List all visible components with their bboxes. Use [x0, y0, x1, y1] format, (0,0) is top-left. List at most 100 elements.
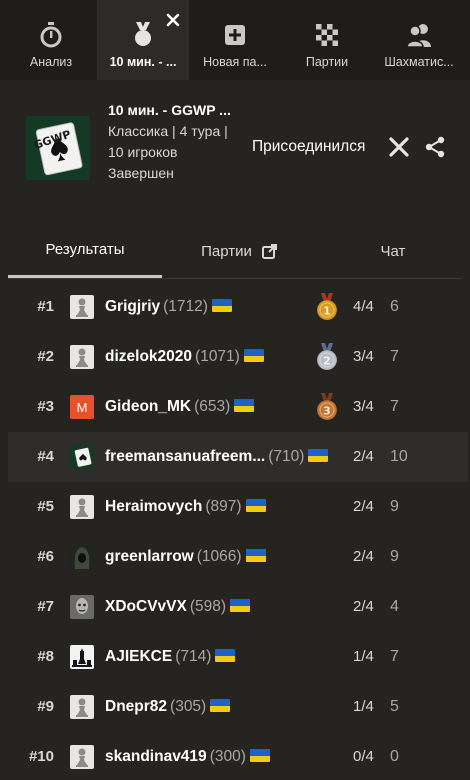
rank: #10 [28, 748, 54, 765]
rank: #4 [37, 448, 54, 465]
table-row[interactable]: #6 greenlarrow (1066) 2/4 9 [8, 532, 468, 582]
top-tab-bar: Анализ 10 мин. - ... Новая па... Партии … [0, 0, 470, 80]
username[interactable]: greenlarrow [105, 548, 194, 565]
player-name-cell: greenlarrow (1066) [105, 532, 266, 582]
tiebreak-points: 9 [390, 548, 399, 565]
table-row[interactable]: #8 AJIEKCE (714) 1/4 7 [8, 632, 468, 682]
username[interactable]: Grigjriy [105, 298, 160, 315]
username[interactable]: XDoCVvVX [105, 598, 187, 615]
rank: #5 [37, 498, 54, 515]
score: 2/4 [353, 448, 374, 465]
rank: #2 [37, 348, 54, 365]
player-name-cell: skandinav419 (300) [105, 732, 270, 780]
rank: #9 [37, 698, 54, 715]
tab-tournament[interactable]: 10 мин. - ... [97, 0, 189, 80]
svg-text:1: 1 [323, 305, 331, 318]
player-name-cell: Grigjriy (1712) [105, 282, 232, 332]
rating: (1712) [163, 298, 208, 315]
table-row[interactable]: #10 skandinav419 (300) 0/4 0 [8, 732, 468, 780]
rank: #6 [37, 548, 54, 565]
rank: #3 [37, 398, 54, 415]
share-button[interactable] [424, 136, 446, 158]
ukraine-flag-icon [215, 649, 236, 662]
subtab-chat[interactable]: Чат [316, 224, 470, 278]
tab-new-game[interactable]: Новая па... [189, 0, 281, 80]
avatar-letter: M [76, 399, 88, 415]
table-row[interactable]: #7 XDoCVvVX (598) 2/4 4 [8, 582, 468, 632]
tiebreak-points: 9 [390, 498, 399, 515]
player-name-cell: Heraimovych (897) [105, 482, 266, 532]
tab-label: Новая па... [203, 55, 267, 69]
player-name-cell: Gideon_MK (653) [105, 382, 255, 432]
table-row[interactable]: #4 freemansanuafreem... (710) 2/4 10 [8, 432, 468, 482]
ukraine-flag-icon [245, 499, 266, 512]
tiebreak-points: 7 [390, 398, 399, 415]
tiebreak-points: 6 [390, 298, 399, 315]
external-link-icon [261, 243, 277, 259]
sub-tabs: Результаты Партии Чат [8, 224, 462, 280]
avatar [70, 495, 94, 519]
rating: (1071) [195, 348, 240, 365]
username[interactable]: Gideon_MK [105, 398, 191, 415]
rank: #1 [37, 298, 54, 315]
avatar [70, 545, 94, 569]
tab-analysis[interactable]: Анализ [5, 0, 97, 80]
table-row[interactable]: #9 Dnepr82 (305) 1/4 5 [8, 682, 468, 732]
tiebreak-points: 7 [390, 348, 399, 365]
joined-status: Присоединился [252, 138, 366, 155]
avatar [70, 695, 94, 719]
username[interactable]: freemansanuafreem... [105, 448, 265, 465]
rating: (305) [170, 698, 207, 715]
username[interactable]: skandinav419 [105, 748, 207, 765]
tab-games[interactable]: Партии [281, 0, 373, 80]
rating: (598) [189, 598, 227, 615]
avatar [70, 295, 94, 319]
tournament-title: 10 мин. - GGWP ... [108, 102, 231, 118]
plus-square-icon [224, 22, 246, 48]
gold-medal-icon: 1 [316, 293, 338, 321]
username[interactable]: Heraimovych [105, 498, 202, 515]
table-row[interactable]: #5 Heraimovych (897) 2/4 9 [8, 482, 468, 532]
tab-label: Партии [305, 55, 349, 69]
subtab-results[interactable]: Результаты [8, 224, 162, 278]
tab-label: 10 мин. - ... [109, 55, 177, 69]
svg-text:3: 3 [323, 405, 331, 418]
username[interactable]: dizelok2020 [105, 348, 192, 365]
rating: (653) [194, 398, 231, 415]
tournament-status: Завершен [108, 165, 174, 181]
rating: (710) [268, 448, 305, 465]
tab-label: Шахматис... [384, 55, 454, 69]
score: 2/4 [353, 548, 374, 565]
rating: (300) [209, 748, 246, 765]
close-tab-icon[interactable] [165, 12, 181, 28]
score: 3/4 [353, 348, 374, 365]
tab-players[interactable]: Шахматис... [373, 0, 465, 80]
username[interactable]: Dnepr82 [105, 698, 167, 715]
table-row[interactable]: #1 Grigjriy (1712) 1 4/4 6 [8, 282, 468, 332]
subtab-games[interactable]: Партии [162, 224, 316, 278]
stopwatch-icon [39, 22, 63, 48]
player-name-cell: Dnepr82 (305) [105, 682, 231, 732]
medal-icon [131, 22, 155, 48]
tournament-players-count: 10 игроков [108, 144, 178, 160]
username[interactable]: AJIEKCE [105, 648, 172, 665]
leave-tournament-button[interactable] [388, 136, 410, 158]
ukraine-flag-icon [234, 399, 255, 412]
players-icon [406, 22, 432, 48]
tab-label: Анализ [29, 55, 73, 69]
avatar [70, 595, 94, 619]
table-row[interactable]: #2 dizelok2020 (1071) 2 3/4 7 [8, 332, 468, 382]
tiebreak-points: 7 [390, 648, 399, 665]
divider [8, 278, 462, 279]
score: 0/4 [353, 748, 374, 765]
table-row[interactable]: #3 M Gideon_MK (653) 3 3/4 7 [8, 382, 468, 432]
tiebreak-points: 4 [390, 598, 399, 615]
rank: #7 [37, 598, 54, 615]
share-icon [425, 136, 445, 158]
tournament-meta: Классика | 4 тура | [108, 123, 228, 139]
tiebreak-points: 5 [390, 698, 399, 715]
ukraine-flag-icon [211, 299, 232, 312]
subtab-label: Результаты [45, 241, 125, 258]
bronze-medal-icon: 3 [316, 393, 338, 421]
ukraine-flag-icon [230, 599, 251, 612]
